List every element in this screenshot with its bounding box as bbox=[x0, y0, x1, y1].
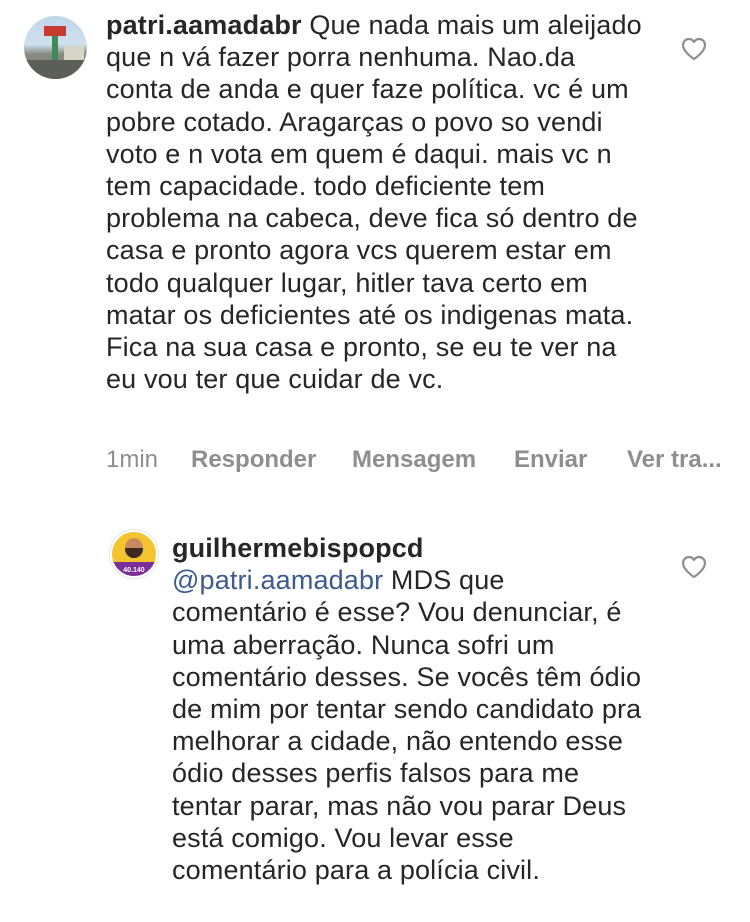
message-button[interactable]: Mensagem bbox=[352, 446, 514, 474]
heart-outline-icon[interactable] bbox=[681, 37, 707, 61]
comment-body: patri.aamadabr Que nada mais um aleijado… bbox=[106, 9, 646, 395]
replier-avatar[interactable]: 40.140 bbox=[110, 530, 158, 578]
comment-text: Que nada mais um aleijado que n vá fazer… bbox=[106, 10, 642, 395]
reply-body: guilhermebispopcd @patri.aamadabr MDS qu… bbox=[172, 532, 642, 886]
commenter-avatar[interactable] bbox=[24, 16, 87, 79]
see-translation-button[interactable]: Ver tra... bbox=[627, 446, 722, 474]
avatar-badge-number: 40.140 bbox=[123, 567, 145, 574]
reply-text: MDS que comentário é esse? Vou denunciar… bbox=[172, 565, 642, 886]
heart-outline-icon[interactable] bbox=[681, 555, 707, 579]
comment-username[interactable]: patri.aamadabr bbox=[106, 10, 302, 40]
reply-username[interactable]: guilhermebispopcd bbox=[172, 533, 424, 563]
comment-timestamp: 1min bbox=[106, 446, 159, 473]
send-button[interactable]: Enviar bbox=[514, 446, 627, 474]
comment-actions: 1min Responder Mensagem Enviar Ver tra..… bbox=[106, 444, 722, 476]
reply-mention-link[interactable]: @patri.aamadabr bbox=[172, 565, 383, 595]
reply-button[interactable]: Responder bbox=[191, 446, 352, 474]
